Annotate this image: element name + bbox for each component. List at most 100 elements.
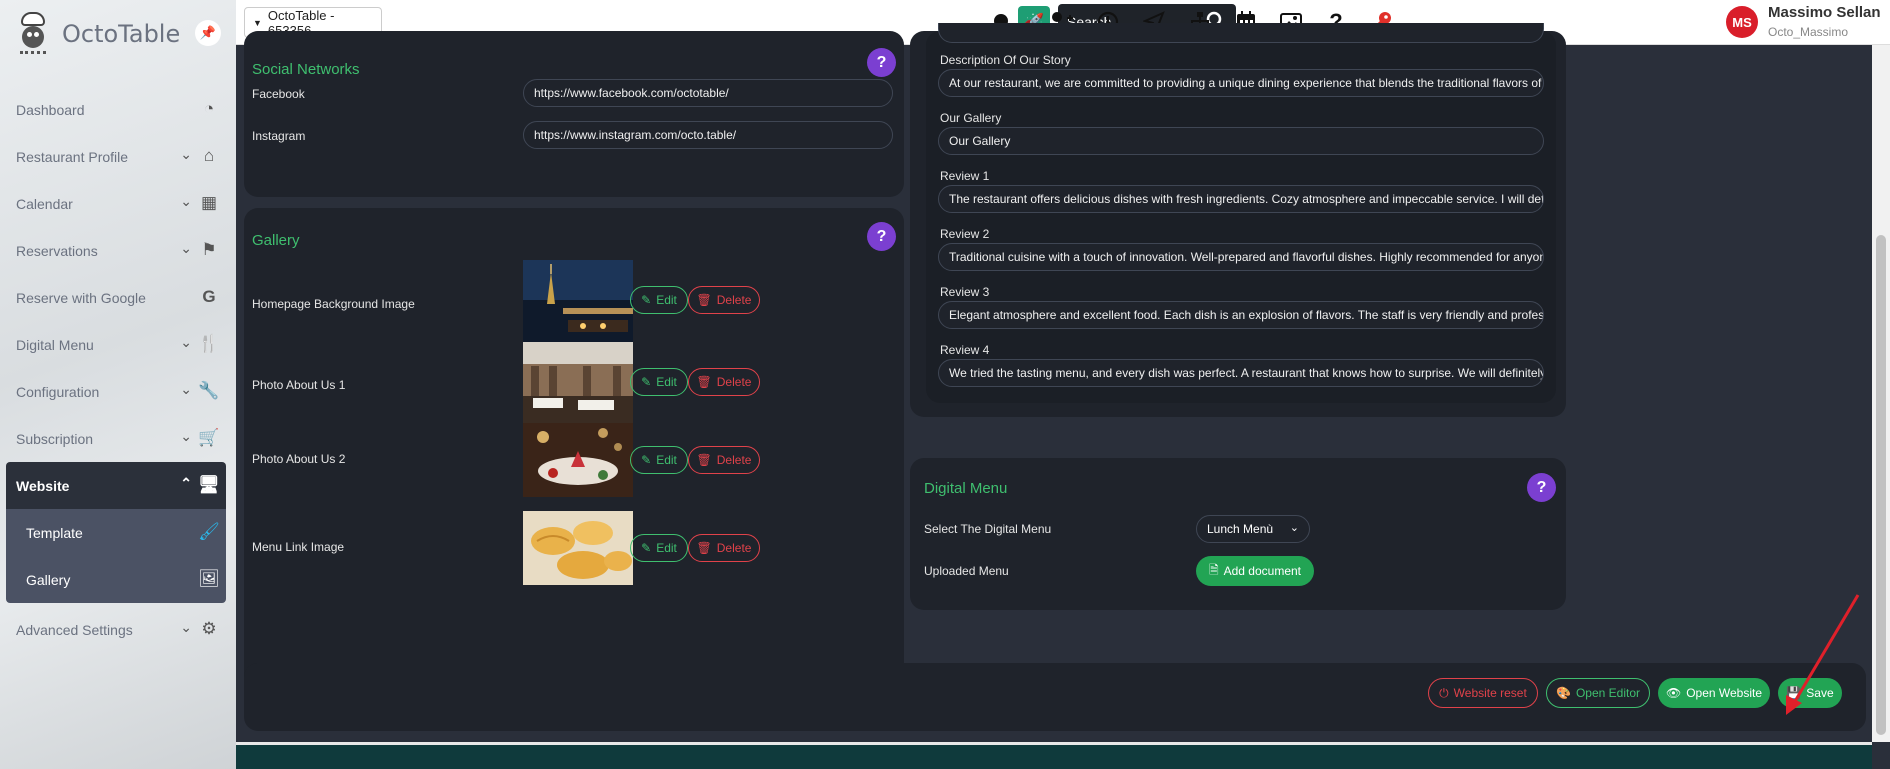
pin-icon[interactable]: 📌 [195, 20, 221, 46]
edit-button[interactable]: ✎ Edit [630, 446, 688, 474]
gallery-card: Gallery ? Homepage Background Image ✎ Edi… [244, 208, 904, 696]
trash-icon: 🗑 [696, 453, 712, 467]
story-reviews-inner: Description Of Our Story At our restaura… [926, 23, 1556, 403]
menu-link-image [523, 511, 633, 585]
review-3-label: Review 3 [940, 285, 990, 299]
our-gallery-input[interactable]: Our Gallery [938, 127, 1544, 155]
reset-label: Website reset [1453, 686, 1527, 700]
sidebar-item-label: Dashboard [16, 101, 85, 118]
review-1-input[interactable]: The restaurant offers delicious dishes w… [938, 185, 1544, 213]
sidebar-item-template[interactable]: Template 🖌 [6, 509, 226, 556]
trash-icon: 🗑 [696, 541, 712, 555]
palette-icon: 🎨 [1556, 686, 1571, 700]
eye-icon: 👁 [1665, 686, 1682, 700]
website-reset-button[interactable]: ⏻ Website reset [1428, 678, 1538, 708]
scrollbar[interactable] [1872, 45, 1890, 742]
open-website-label: Open Website [1686, 686, 1763, 700]
main-content: Social Networks ? Facebook https://www.f… [236, 23, 1872, 742]
sidebar-item-label: Reserve with Google [16, 289, 146, 306]
help-button[interactable]: ? [867, 222, 896, 251]
open-website-button[interactable]: 👁 Open Website [1658, 678, 1770, 708]
facebook-url-input[interactable]: https://www.facebook.com/octotable/ [523, 79, 893, 107]
sidebar-item-label: Reservations [16, 242, 98, 259]
review-4-input[interactable]: We tried the tasting menu, and every dis… [938, 359, 1544, 387]
review-2-input[interactable]: Traditional cuisine with a touch of inno… [938, 243, 1544, 271]
monitor-icon: 🖥 [198, 475, 220, 494]
delete-button[interactable]: 🗑 Delete [688, 446, 760, 474]
sidebar-item-calendar[interactable]: Calendar ⌄ ▦ [6, 180, 226, 227]
edit-button[interactable]: ✎ Edit [630, 534, 688, 562]
website-submenu: Template 🖌 Gallery 🖼 [6, 509, 226, 603]
utensils-icon: 🍴 [198, 334, 220, 353]
chevron-down-icon: ▼ [253, 17, 262, 28]
select-menu-label: Select The Digital Menu [924, 522, 1052, 536]
sidebar-item-configuration[interactable]: Configuration ⌄ 🔧 [6, 368, 226, 415]
sidebar-item-gallery[interactable]: Gallery 🖼 [6, 556, 226, 603]
help-button[interactable]: ? [1527, 473, 1556, 502]
select-value: Lunch Menù [1207, 522, 1274, 536]
chevron-down-icon: ⌄ [1289, 522, 1299, 534]
gallery-row-label: Photo About Us 2 [252, 452, 346, 466]
chevron-down-icon: ⌄ [180, 146, 192, 162]
sidebar-item-label: Advanced Settings [16, 621, 133, 638]
card-title: Gallery [252, 232, 300, 249]
card-title: Digital Menu [924, 480, 1008, 497]
sidebar-item-dashboard[interactable]: Dashboard ◔ [6, 86, 226, 133]
story-reviews-card: Description Of Our Story At our restaura… [910, 23, 1566, 417]
chevron-up-icon: ⌃ [180, 475, 192, 491]
instagram-url-input[interactable]: https://www.instagram.com/octo.table/ [523, 121, 893, 149]
gears-icon: ⚙ [201, 619, 217, 638]
sidebar-item-reserve-with-google[interactable]: Reserve with Google G [6, 274, 226, 321]
review-4-label: Review 4 [940, 343, 990, 357]
power-icon: ⏻ [1439, 685, 1449, 700]
gallery-row-label: Homepage Background Image [252, 297, 415, 311]
photo-about-us-2-image [523, 423, 633, 497]
review-3-input[interactable]: Elegant atmosphere and excellent food. E… [938, 301, 1544, 329]
sidebar-item-label: Gallery [26, 571, 71, 588]
user-handle: Octo_Massimo [1768, 25, 1849, 39]
story-description-input[interactable]: At our restaurant, we are committed to p… [938, 69, 1544, 97]
homepage-background-image [523, 260, 633, 342]
delete-button[interactable]: 🗑 Delete [688, 368, 760, 396]
avatar[interactable]: MS [1726, 6, 1758, 38]
sidebar-item-reservations[interactable]: Reservations ⌄ ⚑ [6, 227, 226, 274]
help-button[interactable]: ? [867, 48, 896, 77]
open-editor-button[interactable]: 🎨 Open Editor [1546, 678, 1650, 708]
card-title: Social Networks [252, 61, 360, 78]
uploaded-menu-label: Uploaded Menu [924, 564, 1009, 578]
gallery-row-label: Menu Link Image [252, 540, 345, 554]
cart-icon: 🛒 [198, 428, 220, 447]
google-icon: G [202, 287, 216, 306]
edit-button[interactable]: ✎ Edit [630, 286, 688, 314]
digital-menu-select[interactable]: Lunch Menù ⌄ [1196, 515, 1310, 543]
chevron-down-icon: ⌄ [180, 193, 192, 209]
our-gallery-label: Our Gallery [940, 111, 1002, 125]
sidebar-item-advanced-settings[interactable]: Advanced Settings ⌄ ⚙ [6, 606, 226, 653]
add-document-button[interactable]: 🗎 Add document [1196, 556, 1314, 586]
social-networks-card: Social Networks ? Facebook https://www.f… [244, 31, 904, 197]
edit-label: Edit [656, 453, 677, 467]
sidebar-item-website[interactable]: Website ⌃ 🖥 [6, 462, 226, 509]
sidebar-item-subscription[interactable]: Subscription ⌄ 🛒 [6, 415, 226, 462]
wrench-icon: 🔧 [198, 381, 220, 400]
delete-button[interactable]: 🗑 Delete [688, 286, 760, 314]
chevron-down-icon: ⌄ [180, 334, 192, 350]
sidebar: OctoTable 📌 Dashboard ◔ Restaurant Profi… [0, 0, 236, 769]
digital-menu-card: Digital Menu ? Select The Digital Menu L… [910, 458, 1566, 610]
sidebar-item-restaurant-profile[interactable]: Restaurant Profile ⌄ ⌂ [6, 133, 226, 180]
octopus-chef-logo [14, 12, 52, 56]
delete-button[interactable]: 🗑 Delete [688, 534, 760, 562]
brand[interactable]: OctoTable [14, 10, 180, 58]
sidebar-item-label: Template [26, 524, 83, 541]
editor-label: Open Editor [1575, 686, 1640, 700]
sidebar-item-label: Calendar [16, 195, 73, 212]
scrollbar-thumb[interactable] [1876, 235, 1886, 735]
sidebar-item-label: Restaurant Profile [16, 148, 129, 165]
edit-button[interactable]: ✎ Edit [630, 368, 688, 396]
sidebar-item-label: Subscription [16, 430, 94, 447]
sidebar-item-label: Digital Menu [16, 336, 94, 353]
delete-label: Delete [716, 375, 752, 389]
user-name[interactable]: Massimo Sellan [1768, 4, 1881, 21]
previous-input[interactable] [938, 23, 1544, 43]
sidebar-item-digital-menu[interactable]: Digital Menu ⌄ 🍴 [6, 321, 226, 368]
